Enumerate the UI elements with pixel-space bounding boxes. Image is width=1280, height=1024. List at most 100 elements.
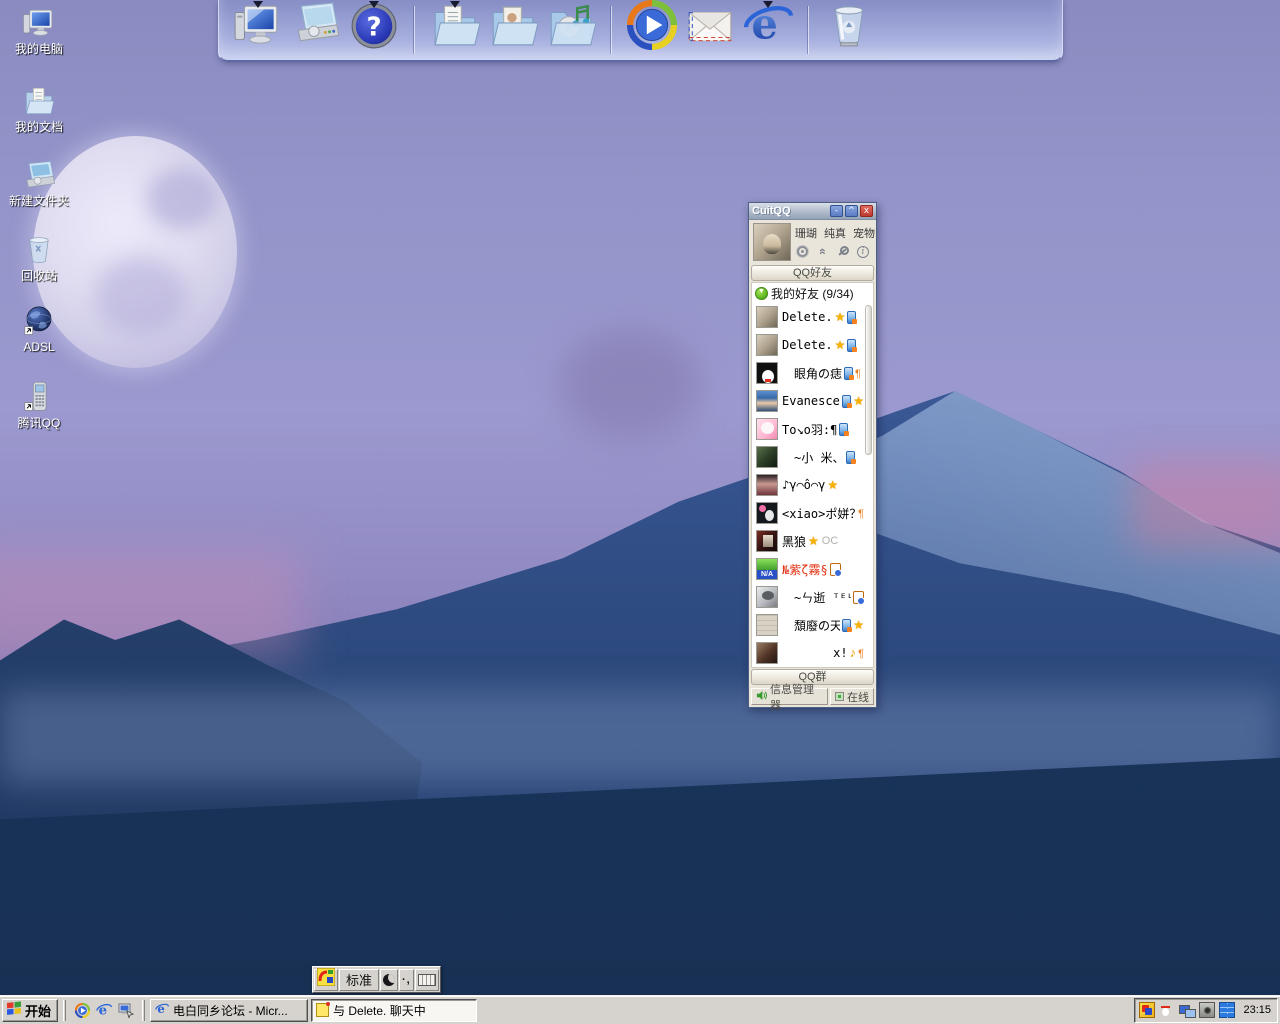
message-manager-button[interactable]: 信息管理器 <box>751 688 828 705</box>
info-icon[interactable]: i <box>857 246 869 258</box>
online-status-icon <box>835 692 844 701</box>
minimize-icon[interactable]: - <box>830 205 843 217</box>
buddy-avatar <box>756 502 778 524</box>
star-icon <box>853 392 864 410</box>
buddy-row[interactable]: №紫ζ霧§ <box>752 555 873 583</box>
tab-chunzhen[interactable]: 纯真 <box>824 225 846 241</box>
paragraph-icon <box>855 364 861 382</box>
message-manager-label: 信息管理器 <box>770 681 823 713</box>
collapse-chevrons-icon[interactable] <box>816 245 829 258</box>
mobile-icon <box>842 619 851 632</box>
scrollbar-thumb[interactable] <box>865 305 872 455</box>
buddy-name: №紫ζ霧§ <box>782 561 828 578</box>
desktop-icon-my-computer[interactable]: 我的电脑 <box>0 6 78 58</box>
volume-icon[interactable] <box>1199 1002 1215 1018</box>
buddy-row[interactable]: 頹廢の天賦 <box>752 611 873 639</box>
dock-media-player[interactable] <box>623 0 681 60</box>
task-label: 电白同乡论坛 - Micr... <box>173 1002 288 1019</box>
dock-email[interactable] <box>681 0 739 60</box>
firewall-icon[interactable] <box>1219 1002 1235 1018</box>
clock[interactable]: 23:15 <box>1239 1004 1271 1016</box>
roll-up-icon[interactable]: ^ <box>845 205 858 217</box>
task-button-chat[interactable]: 与 Delete. 聊天中 <box>311 999 477 1022</box>
user-avatar[interactable] <box>753 223 791 261</box>
buddy-avatar <box>756 586 778 608</box>
buddy-row[interactable]: 黑狼 ΟС <box>752 527 873 555</box>
dock-my-computer[interactable] <box>229 0 287 60</box>
ime-method-button[interactable] <box>314 969 338 991</box>
qq-phone-icon <box>0 380 78 414</box>
internet-explorer-icon: e <box>155 1002 169 1019</box>
show-desktop-icon[interactable] <box>117 1001 135 1019</box>
qq-toolbar: i <box>797 245 869 258</box>
ime-mode-button[interactable]: 标准 <box>339 969 379 991</box>
punctuation-icon: ·, <box>402 974 411 986</box>
buddy-row[interactable]: Delete. <box>752 331 873 359</box>
qq-title-bar[interactable]: CuitQQ - ^ x <box>749 203 876 220</box>
media-player-icon[interactable] <box>73 1001 91 1019</box>
running-indicator-icon <box>763 1 773 8</box>
wrench-icon[interactable] <box>836 245 849 258</box>
desktop-icon-adsl[interactable]: ADSL <box>0 304 78 356</box>
mobile-icon <box>844 367 853 380</box>
tab-shanhu[interactable]: 珊瑚 <box>795 225 817 241</box>
friends-band-button[interactable]: QQ好友 <box>751 265 874 281</box>
buddy-row[interactable]: x! <box>752 639 873 667</box>
buddy-avatar <box>756 642 778 664</box>
task-button-forum[interactable]: e 电白同乡论坛 - Micr... <box>150 999 308 1022</box>
internet-explorer-icon: e <box>743 0 793 55</box>
ime-mode-label: 标准 <box>342 970 376 989</box>
ime-soft-keyboard-button[interactable] <box>415 969 439 991</box>
dock-help[interactable]: ? <box>345 0 403 60</box>
ime-tray-icon[interactable] <box>1139 1002 1155 1018</box>
start-label: 开始 <box>25 1001 51 1020</box>
buddy-row[interactable]: ♪γ⌒ô⌒γ <box>752 471 873 499</box>
buddy-avatar <box>756 614 778 636</box>
buddy-row[interactable]: To↘o羽:¶ <box>752 415 873 443</box>
desktop-icon-label: 回收站 <box>21 269 57 283</box>
buddy-group-header[interactable]: 我的好友 (9/34) <box>752 283 873 303</box>
my-computer-icon <box>233 0 283 55</box>
toolbar-grip[interactable] <box>142 1000 145 1021</box>
my-documents-icon <box>0 84 78 118</box>
tab-chongwu[interactable]: 宠物 <box>853 225 875 241</box>
quick-launch: e <box>71 1001 137 1019</box>
ime-logo-icon <box>317 968 335 991</box>
desktop-icon-label: 腾讯QQ <box>18 416 61 430</box>
internet-explorer-icon[interactable]: e <box>95 1001 113 1019</box>
toolbar-grip[interactable] <box>63 1000 66 1021</box>
dock-music-folder[interactable] <box>542 0 600 60</box>
task-label: 与 Delete. 聊天中 <box>333 1002 426 1019</box>
network-icon[interactable] <box>1179 1002 1195 1018</box>
qq-penguin-icon[interactable] <box>1159 1002 1175 1018</box>
dock-recycle-bin[interactable] <box>820 0 878 60</box>
buddy-row[interactable]: 眼角の痣 <box>752 359 873 387</box>
buddy-row[interactable]: Evanescenc <box>752 387 873 415</box>
star-icon <box>835 336 846 354</box>
mobile-icon <box>847 339 856 352</box>
desktop-icon-my-documents[interactable]: 我的文档 <box>0 84 78 136</box>
buddy-suffix: ΟС <box>822 535 839 547</box>
top-dock: ? <box>218 0 1063 62</box>
system-tray: 23:15 <box>1134 998 1278 1023</box>
buddy-row[interactable]: ~小 米、 <box>752 443 873 471</box>
group-expanded-icon <box>755 287 768 300</box>
online-status-button[interactable]: 在线 <box>830 688 874 705</box>
buddy-row[interactable]: <xiao>ポ姘？ <box>752 499 873 527</box>
start-button[interactable]: 开始 <box>2 999 58 1022</box>
desktop-icon-recycle-bin[interactable]: 回收站 <box>0 233 78 285</box>
dock-documents-folder[interactable] <box>426 0 484 60</box>
desktop-icon-new-folder[interactable]: 新建文件夹 <box>0 158 78 210</box>
help-icon: ? <box>349 0 399 55</box>
buddy-row[interactable]: ~ㄣ逝 ᵀᴱᴸ <box>752 583 873 611</box>
desktop-icon-tencent-qq[interactable]: 腾讯QQ <box>0 380 78 432</box>
dock-internet-explorer[interactable]: e <box>739 0 797 60</box>
settings-gear-icon[interactable] <box>797 246 808 257</box>
dock-pictures-folder[interactable] <box>484 0 542 60</box>
dock-control-panel[interactable] <box>287 0 345 60</box>
ime-punctuation-button[interactable]: ·, <box>399 969 414 991</box>
close-icon[interactable]: x <box>860 205 873 217</box>
ime-fullwidth-button[interactable] <box>380 969 398 991</box>
recycle-bin-icon <box>0 233 78 267</box>
buddy-row[interactable]: Delete. <box>752 303 873 331</box>
